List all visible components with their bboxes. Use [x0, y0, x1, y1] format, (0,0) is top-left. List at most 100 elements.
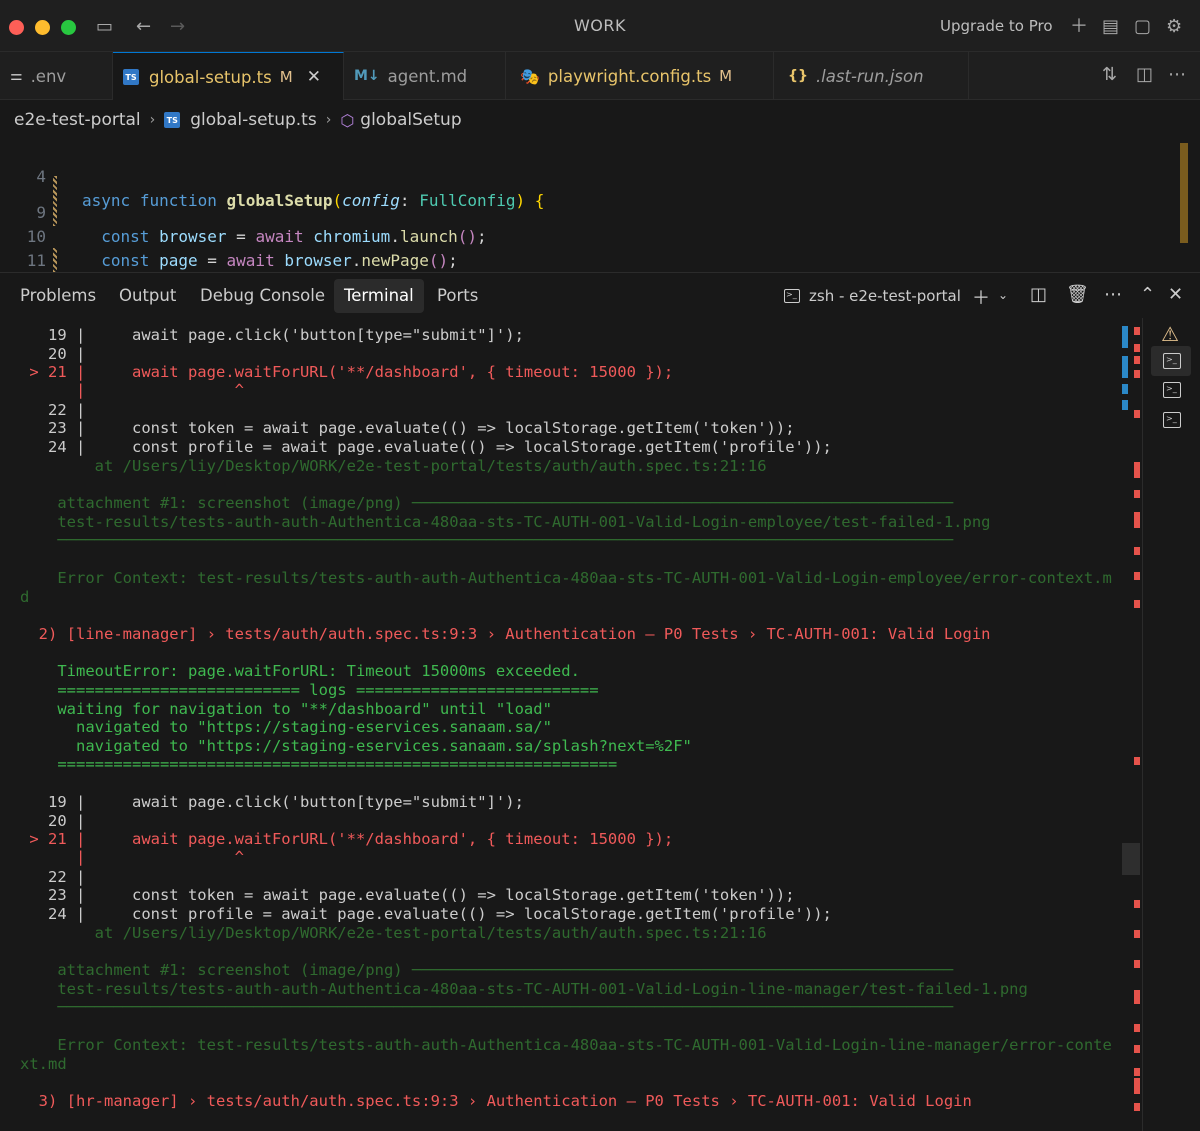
warning-icon[interactable]: ⚠	[1161, 322, 1179, 346]
chevron-right-icon: ›	[325, 112, 332, 128]
env-file-icon: ⚌	[10, 68, 23, 84]
error-marker	[1134, 344, 1140, 352]
plus-icon[interactable]: ＋	[1070, 16, 1088, 38]
upgrade-button[interactable]: Upgrade to Pro	[940, 17, 1053, 35]
terminal-line: Error Context: test-results/tests-auth-a…	[20, 569, 1112, 587]
terminal-line: 23 | const token = await page.evaluate((…	[20, 419, 795, 437]
editor-tabs: ⚌ .env TS global-setup.ts M ✕ M↓ agent.m…	[0, 52, 1200, 101]
terminal-line: test-results/tests-auth-auth-Authentica-…	[20, 980, 1028, 998]
terminal-line: ========================================…	[20, 755, 618, 773]
scrollbar-thumb[interactable]	[1122, 843, 1140, 875]
chat-icon[interactable]: ▢	[1134, 16, 1151, 38]
error-marker	[1134, 1045, 1140, 1053]
terminal-output[interactable]: 19 | await page.click('button[type="subm…	[0, 318, 1142, 1131]
error-marker	[1134, 512, 1140, 528]
code-editor[interactable]: 4 async function globalSetup(config: Ful…	[0, 140, 1200, 318]
terminal-icon[interactable]: >_	[1163, 382, 1181, 398]
layout-panel-icon[interactable]: ▤	[1102, 16, 1119, 38]
terminal-list: ⚠ >_ >_ >_	[1142, 318, 1200, 1131]
error-marker	[1134, 900, 1140, 908]
new-terminal-icon[interactable]: ＋	[972, 284, 990, 310]
terminal-line: attachment #1: screenshot (image/png) ──…	[20, 961, 954, 979]
more-actions-icon[interactable]: ⋯	[1104, 284, 1122, 305]
terminal-line: 19 | await page.click('button[type="subm…	[20, 793, 524, 811]
terminal-line: ────────────────────────────────────────…	[20, 531, 954, 549]
tab-ports[interactable]: Ports	[427, 279, 488, 313]
maximize-panel-icon[interactable]: ⌃	[1140, 284, 1155, 305]
error-marker	[1134, 757, 1140, 765]
terminal-line: > 21 | await page.waitForURL('**/dashboa…	[20, 830, 674, 848]
scroll-marker	[1122, 400, 1128, 410]
modified-indicator: M	[719, 67, 733, 85]
terminal-line: 20 |	[20, 812, 86, 830]
code-line: 12 try {	[0, 249, 1180, 318]
tab-agent-md[interactable]: M↓ agent.md	[344, 52, 506, 100]
markdown-file-icon: M↓	[354, 68, 380, 84]
error-marker	[1134, 327, 1140, 335]
code-line: 9 const browser = await chromium.launch(…	[36, 203, 487, 246]
code-line: 11	[26, 251, 46, 270]
terminal-line: Error Context: test-results/tests-auth-a…	[20, 1036, 1112, 1054]
split-editor-icon[interactable]: ◫	[1136, 64, 1153, 85]
more-actions-icon[interactable]: ⋯	[1168, 64, 1186, 85]
terminal-line: navigated to "https://staging-eservices.…	[20, 737, 692, 755]
close-tab-icon[interactable]: ✕	[307, 67, 321, 87]
close-panel-icon[interactable]: ✕	[1168, 284, 1183, 305]
code-line: 4 async function globalSetup(config: Ful…	[36, 167, 545, 210]
tab-problems[interactable]: Problems	[10, 279, 106, 313]
terminal-line: 24 | const profile = await page.evaluate…	[20, 438, 832, 456]
terminal-icon: >_	[784, 289, 800, 303]
symbol-method-icon: ⬡	[340, 110, 355, 130]
gutter-modified-marker	[53, 176, 57, 226]
tab-last-run-json[interactable]: {} .last-run.json	[774, 52, 969, 100]
breadcrumb-file[interactable]: global-setup.ts	[190, 110, 316, 130]
breadcrumb: e2e-test-portal › TS global-setup.ts › ⬡…	[0, 100, 1200, 140]
tab-debug-console[interactable]: Debug Console	[190, 279, 335, 313]
terminal-line: | ^	[20, 381, 244, 399]
error-marker	[1134, 960, 1140, 968]
breadcrumb-symbol[interactable]: globalSetup	[360, 110, 461, 130]
split-terminal-icon[interactable]: ◫	[1030, 284, 1047, 305]
terminal-line: 23 | const token = await page.evaluate((…	[20, 886, 795, 904]
error-marker	[1134, 356, 1140, 364]
chevron-right-icon: ›	[149, 112, 156, 128]
terminal-line: ========================== logs ========…	[20, 681, 599, 699]
trash-icon[interactable]: 🗑	[1066, 284, 1089, 305]
title-bar: ▭ ← → WORK Upgrade to Pro ＋ ▤ ▢ ⚙	[0, 0, 1200, 52]
error-marker	[1134, 1068, 1140, 1076]
error-marker	[1134, 462, 1140, 478]
tab-env[interactable]: ⚌ .env	[0, 52, 113, 100]
terminal-line: 19 | await page.click('button[type="subm…	[20, 326, 524, 344]
failure-heading: 2) [line-manager] › tests/auth/auth.spec…	[20, 625, 991, 643]
failure-heading: 3) [hr-manager] › tests/auth/auth.spec.t…	[20, 1092, 972, 1110]
code-line: 10 const page = await browser.newPage();	[26, 227, 458, 270]
editor-scrollbar[interactable]	[1180, 143, 1188, 243]
terminal-selector[interactable]: >_ zsh - e2e-test-portal	[784, 287, 961, 305]
terminal-line: d	[20, 588, 30, 606]
playwright-icon: 🎭	[520, 66, 540, 86]
error-marker	[1134, 600, 1140, 608]
tab-playwright-config[interactable]: 🎭 playwright.config.ts M	[506, 52, 774, 100]
terminal-line: ────────────────────────────────────────…	[20, 998, 954, 1016]
chevron-down-icon[interactable]: ⌄	[998, 288, 1008, 302]
error-marker	[1134, 370, 1140, 378]
terminal-icon[interactable]: >_	[1163, 353, 1181, 369]
tab-terminal[interactable]: Terminal	[334, 279, 424, 313]
terminal-scrollbar[interactable]	[1120, 318, 1134, 1131]
error-marker	[1134, 1078, 1140, 1094]
gear-icon[interactable]: ⚙	[1166, 16, 1182, 38]
terminal-icon[interactable]: >_	[1163, 412, 1181, 428]
source-control-icon[interactable]: ⇅	[1102, 64, 1117, 85]
tab-output[interactable]: Output	[109, 279, 186, 313]
terminal-line: navigated to "https://staging-eservices.…	[20, 718, 552, 736]
error-marker	[1134, 930, 1140, 938]
tab-global-setup[interactable]: TS global-setup.ts M ✕	[113, 52, 344, 101]
terminal-line: > 21 | await page.waitForURL('**/dashboa…	[20, 363, 674, 381]
breadcrumb-folder[interactable]: e2e-test-portal	[14, 110, 141, 130]
error-marker	[1134, 547, 1140, 555]
terminal-line: attachment #1: screenshot (image/png) ──…	[20, 494, 954, 512]
json-file-icon: {}	[788, 68, 808, 84]
scroll-marker	[1122, 356, 1128, 378]
terminal-line: 20 |	[20, 345, 86, 363]
terminal-line: TimeoutError: page.waitForURL: Timeout 1…	[20, 662, 580, 680]
